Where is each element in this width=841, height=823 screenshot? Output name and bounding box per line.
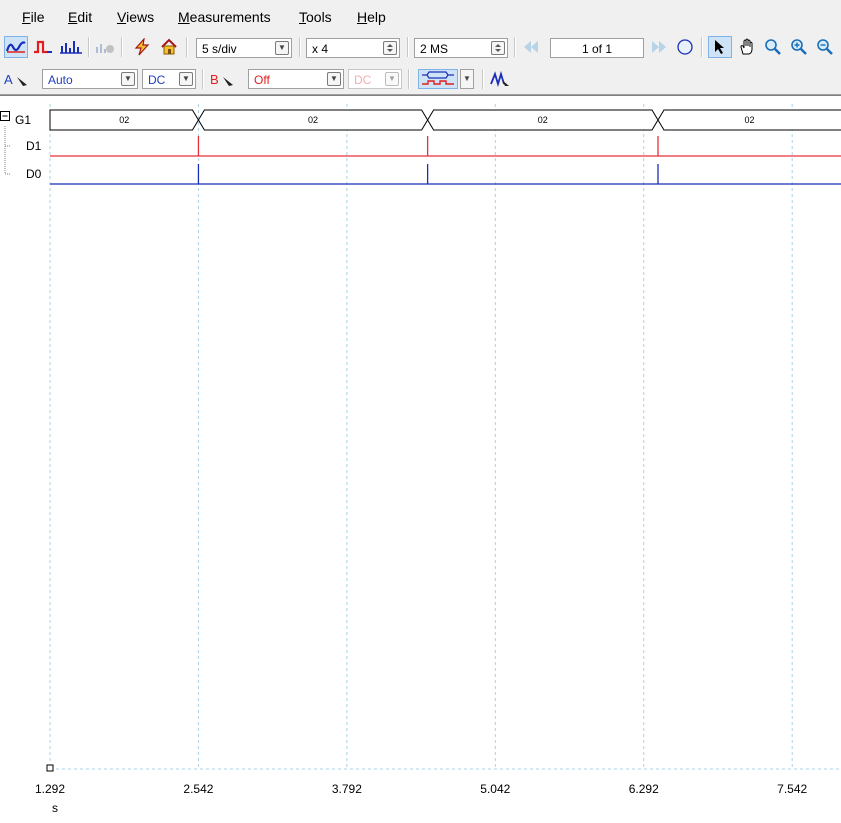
chevron-down-icon: ▼ — [327, 72, 341, 86]
chevron-down-icon: ▼ — [121, 72, 135, 86]
bus-value-label: 02 — [744, 115, 754, 125]
menu-label: ools — [306, 9, 332, 25]
menu-help[interactable]: Help — [357, 9, 386, 25]
x-axis-unit: s — [52, 801, 58, 815]
timebase-select[interactable]: 5 s/div ▼ — [196, 38, 292, 58]
channel-name-g1: G1 — [15, 113, 31, 127]
menu-file[interactable]: File — [22, 9, 45, 25]
channel-b-range-value: Off — [254, 73, 270, 87]
channel-a-button[interactable]: A — [2, 68, 38, 90]
channel-b-coupling-value: DC — [354, 73, 372, 87]
axis-origin-marker — [46, 764, 54, 772]
serial-decoding-button[interactable]: ▼ — [416, 68, 476, 90]
chevron-down-icon: ▼ — [460, 69, 474, 89]
menu-accelerator: M — [178, 9, 190, 25]
home-icon[interactable] — [158, 36, 180, 58]
channel-a-coupling-select[interactable]: DC ▼ — [142, 69, 196, 89]
samples-value: 2 MS — [420, 42, 449, 56]
x-tick-label: 3.792 — [332, 782, 362, 796]
bus-value-label: 02 — [119, 115, 129, 125]
chevron-down-icon: ▼ — [179, 72, 193, 86]
signal-generator-icon[interactable] — [488, 68, 512, 90]
auto-setup-icon[interactable] — [131, 36, 153, 58]
menu-label: easurements — [189, 9, 271, 25]
bus-value-label: 02 — [308, 115, 318, 125]
menu-label: ile — [30, 9, 45, 25]
probe-icon — [222, 77, 233, 86]
channel-b-coupling-select: DC ▼ — [348, 69, 402, 89]
menu-accelerator: F — [22, 9, 31, 25]
menu-views[interactable]: Views — [117, 9, 154, 25]
math-channel-icon[interactable] — [94, 36, 116, 58]
bus-value-label: 02 — [538, 115, 548, 125]
page-counter-field[interactable]: 1 of 1 — [550, 38, 644, 58]
channel-a-range-select[interactable]: Auto ▼ — [42, 69, 138, 89]
channel-toolbar: A Auto ▼ DC ▼ B Off ▼ DC ▼ ▼ — [0, 64, 841, 95]
menu-bar: File Edit Views Measurements Tools Help — [0, 0, 841, 32]
menu-label: iews — [126, 9, 155, 25]
main-toolbar: 5 s/div ▼ x 4 2 MS 1 of 1 — [0, 32, 841, 64]
channel-b-range-select[interactable]: Off ▼ — [248, 69, 344, 89]
channel-a-range-value: Auto — [48, 73, 73, 87]
channel-a-coupling-value: DC — [148, 73, 166, 87]
spin-arrows-icon — [491, 41, 505, 55]
zoom-spinner[interactable]: x 4 — [306, 38, 400, 58]
channel-name-d0: D0 — [26, 167, 42, 181]
zoom-out-icon[interactable] — [814, 36, 836, 58]
hand-tool-icon[interactable] — [736, 36, 758, 58]
x-tick-label: 6.292 — [629, 782, 659, 796]
channel-name-d1: D1 — [26, 139, 42, 153]
chevron-down-icon: ▼ — [275, 41, 289, 55]
x-tick-label: 1.292 — [35, 782, 65, 796]
spectrum-mode-icon[interactable] — [58, 36, 84, 58]
menu-label: elp — [367, 9, 386, 25]
waveform-chart: 1.2922.5423.7925.0426.2927.5428.792sG102… — [0, 104, 841, 815]
menu-measurements[interactable]: Measurements — [178, 9, 271, 25]
channel-a-label: A — [4, 71, 13, 87]
zoom-value: x 4 — [312, 42, 329, 56]
previous-page-icon[interactable] — [520, 36, 542, 58]
zoom-in-icon[interactable] — [788, 36, 810, 58]
x-tick-label: 7.542 — [777, 782, 807, 796]
next-page-icon[interactable] — [648, 36, 670, 58]
menu-accelerator: H — [357, 9, 368, 25]
page-counter-value: 1 of 1 — [581, 42, 613, 56]
probe-icon — [16, 77, 27, 86]
serial-decoding-icon — [418, 69, 458, 89]
menu-tools[interactable]: Tools — [299, 9, 332, 25]
menu-edit[interactable]: Edit — [68, 9, 92, 25]
pointer-tool-icon[interactable] — [708, 36, 732, 58]
spin-arrows-icon — [383, 41, 397, 55]
menu-accelerator: E — [68, 9, 78, 25]
channel-b-label: B — [210, 71, 219, 87]
x-tick-label: 5.042 — [480, 782, 510, 796]
scope-mode-icon[interactable] — [4, 36, 28, 58]
x-tick-label: 2.542 — [183, 782, 213, 796]
buffer-navigator-icon[interactable] — [674, 36, 696, 58]
timebase-value: 5 s/div — [202, 42, 237, 56]
persistence-mode-icon[interactable] — [32, 36, 54, 58]
chevron-down-icon: ▼ — [385, 72, 399, 86]
menu-label: dit — [77, 9, 93, 25]
waveform-view[interactable]: 1.2922.5423.7925.0426.2927.5428.792sG102… — [0, 95, 841, 823]
menu-accelerator: T — [299, 9, 306, 25]
channel-tree-lines — [4, 126, 10, 175]
channel-b-button[interactable]: B — [208, 68, 244, 90]
samples-spinner[interactable]: 2 MS — [414, 38, 508, 58]
zoom-area-icon[interactable] — [762, 36, 784, 58]
menu-accelerator: V — [117, 9, 127, 25]
